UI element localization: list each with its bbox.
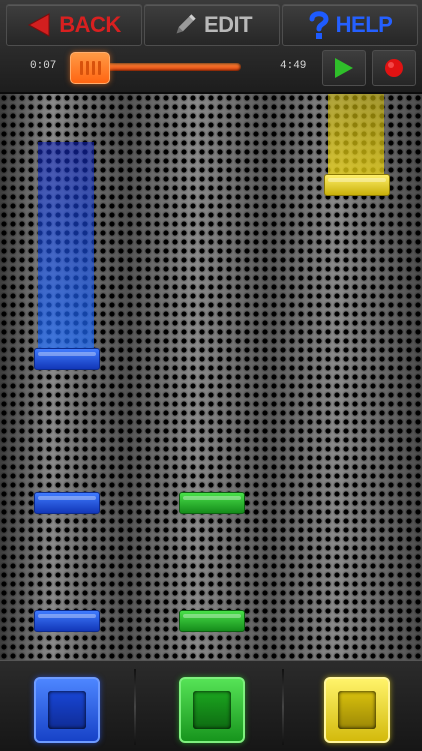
help-label: HELP — [335, 12, 393, 37]
playback-row: 0:07 4:49 — [0, 46, 422, 88]
yellow-pad-button[interactable] — [324, 677, 390, 743]
green-note — [179, 610, 245, 632]
play-button[interactable] — [322, 50, 366, 86]
seek-handle[interactable] — [70, 52, 110, 84]
pad-bar — [0, 660, 422, 751]
pencil-icon — [176, 14, 196, 34]
record-button[interactable] — [372, 50, 416, 86]
blue-note — [34, 348, 100, 370]
back-label: BACK — [59, 12, 121, 37]
question-mark-icon — [309, 11, 329, 39]
blue-note — [34, 492, 100, 514]
back-button[interactable]: BACK — [6, 4, 142, 46]
green-pad-button[interactable] — [179, 677, 245, 743]
pad-divider — [134, 669, 136, 745]
blue-pad-button[interactable] — [34, 677, 100, 743]
yellow-hold-trail — [328, 94, 384, 176]
blue-hold-trail — [38, 142, 94, 352]
total-time: 4:49 — [280, 60, 307, 72]
back-arrow-icon — [28, 13, 50, 37]
help-button[interactable]: HELP — [282, 4, 418, 46]
edit-button[interactable]: EDIT — [144, 4, 280, 46]
pad-divider — [282, 669, 284, 745]
record-icon — [385, 59, 403, 77]
seek-track[interactable] — [104, 63, 241, 71]
green-note — [179, 492, 245, 514]
top-toolbar: BACK EDIT HELP 0:07 4:49 — [0, 0, 422, 94]
yellow-note — [324, 174, 390, 196]
blue-note — [34, 610, 100, 632]
elapsed-time: 0:07 — [30, 60, 57, 72]
edit-label: EDIT — [203, 12, 253, 37]
play-icon — [335, 58, 353, 78]
note-highway — [0, 94, 422, 660]
